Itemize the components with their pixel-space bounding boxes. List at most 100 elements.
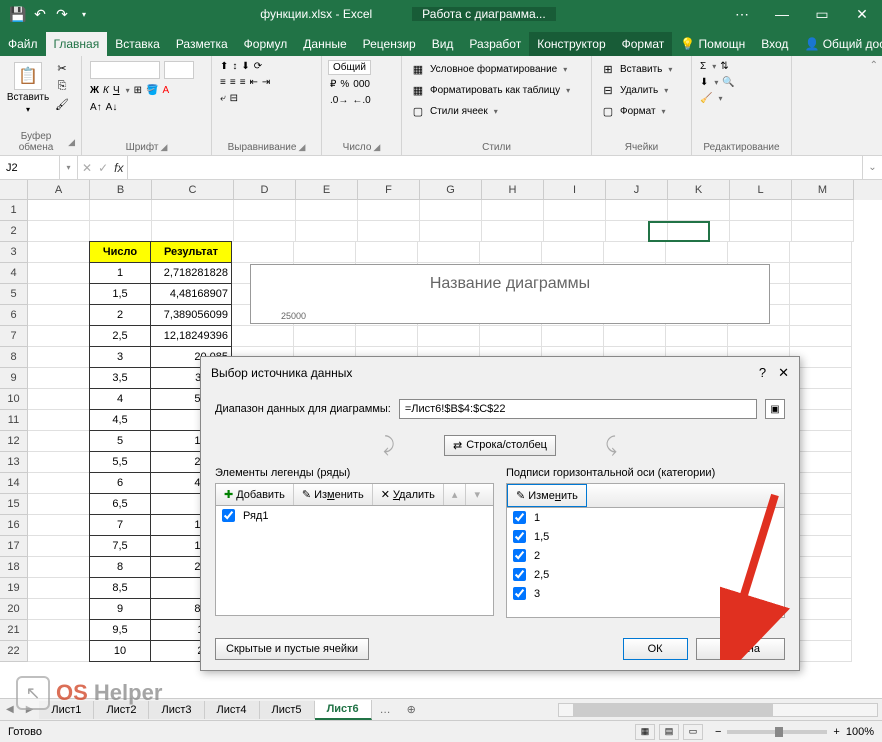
row-header[interactable]: 15 [0, 494, 28, 515]
save-icon[interactable]: 💾 [8, 4, 28, 24]
redo-icon[interactable]: ↷ [52, 4, 72, 24]
qat-customize-icon[interactable]: ▾ [74, 4, 94, 24]
zoom-level[interactable]: 100% [846, 726, 874, 738]
cell[interactable] [792, 200, 854, 221]
cell[interactable] [28, 389, 90, 410]
switch-row-column-button[interactable]: ⇄Строка/столбец [444, 435, 556, 456]
row-header[interactable]: 9 [0, 368, 28, 389]
category-item[interactable]: 2,5 [507, 565, 784, 584]
cancel-button[interactable]: Отмена [696, 638, 785, 660]
cell[interactable]: 6 [89, 472, 151, 494]
move-up-button[interactable]: ▴ [444, 484, 467, 505]
tab-share[interactable]: 👤 Общий доступ [796, 32, 882, 56]
underline-button[interactable]: Ч [113, 85, 120, 96]
cell[interactable] [730, 221, 792, 242]
collapse-ribbon-icon[interactable]: ⌃ [870, 60, 878, 71]
cell[interactable]: 1 [89, 262, 151, 284]
align-right-icon[interactable]: ≡ [240, 77, 246, 88]
cell[interactable] [418, 326, 480, 347]
row-header[interactable]: 18 [0, 557, 28, 578]
cell[interactable]: 9,5 [89, 619, 151, 641]
col-header[interactable]: I [544, 180, 606, 200]
ribbon-options-icon[interactable]: ⋯ [722, 0, 762, 28]
undo-icon[interactable]: ↶ [30, 4, 50, 24]
row-header[interactable]: 5 [0, 284, 28, 305]
tab-file[interactable]: Файл [0, 32, 46, 56]
cell[interactable]: 10 [89, 640, 151, 662]
cut-icon[interactable]: ✂ [54, 60, 70, 76]
cell[interactable] [28, 578, 90, 599]
edit-series-button[interactable]: ✎Изменить [294, 484, 373, 505]
cell[interactable] [28, 284, 90, 305]
decrease-decimal-icon[interactable]: ←.0 [352, 95, 370, 106]
col-header[interactable]: H [482, 180, 544, 200]
align-middle-icon[interactable]: ↕ [232, 61, 237, 72]
tab-home[interactable]: Главная [46, 32, 108, 56]
bold-button[interactable]: Ж [90, 85, 99, 96]
cell[interactable] [90, 221, 152, 242]
cell[interactable] [28, 557, 90, 578]
view-normal-icon[interactable]: ▦ [635, 724, 655, 740]
align-top-icon[interactable]: ⬆ [220, 61, 228, 72]
tab-view[interactable]: Вид [424, 32, 462, 56]
new-sheet-icon[interactable]: ⊕ [399, 703, 424, 716]
insert-cells-button[interactable]: ⊞Вставить [598, 60, 674, 78]
row-header[interactable]: 2 [0, 221, 28, 242]
tab-formulas[interactable]: Формул [236, 32, 296, 56]
category-checkbox[interactable] [513, 530, 526, 543]
name-box-dropdown-icon[interactable]: ▾ [60, 156, 78, 179]
minimize-icon[interactable]: — [762, 0, 802, 28]
align-center-icon[interactable]: ≡ [230, 77, 236, 88]
cell[interactable] [90, 200, 152, 221]
font-family-dropdown[interactable] [90, 61, 160, 79]
cell[interactable] [152, 221, 234, 242]
delete-cells-button[interactable]: ⊟Удалить [598, 81, 670, 99]
tab-help[interactable]: 💡 Помощн [672, 32, 753, 56]
cell[interactable] [418, 242, 480, 263]
cell[interactable] [666, 326, 728, 347]
cell[interactable] [152, 200, 234, 221]
row-header[interactable]: 7 [0, 326, 28, 347]
cell[interactable]: 4 [89, 388, 151, 410]
col-header[interactable]: B [90, 180, 152, 200]
cell[interactable] [482, 221, 544, 242]
cell[interactable]: 2,5 [89, 325, 151, 347]
row-header[interactable]: 14 [0, 473, 28, 494]
cell[interactable] [28, 641, 90, 662]
tab-chart-format[interactable]: Формат [614, 32, 673, 56]
col-header[interactable]: J [606, 180, 668, 200]
formula-input[interactable] [128, 156, 862, 179]
cell[interactable] [604, 326, 666, 347]
paste-button[interactable]: 📋 Вставить ▾ [6, 60, 50, 116]
cell[interactable] [358, 221, 420, 242]
font-color-icon[interactable]: A [162, 85, 169, 96]
row-header[interactable]: 19 [0, 578, 28, 599]
autosum-icon[interactable]: Σ [700, 61, 706, 72]
col-header[interactable]: F [358, 180, 420, 200]
tab-data[interactable]: Данные [295, 32, 354, 56]
cell[interactable]: 6,5 [89, 493, 151, 515]
cell[interactable]: 3 [89, 346, 151, 368]
view-page-break-icon[interactable]: ▭ [683, 724, 703, 740]
tab-review[interactable]: Рецензир [355, 32, 424, 56]
zoom-slider[interactable] [727, 730, 827, 734]
sheet-tab[interactable]: Лист4 [205, 701, 260, 719]
series-list[interactable]: Ряд1 [215, 506, 494, 616]
chart-object[interactable]: Название диаграммы 25000 [250, 264, 770, 324]
cell[interactable]: 2 [89, 304, 151, 326]
col-header[interactable]: G [420, 180, 482, 200]
cell[interactable] [420, 200, 482, 221]
border-icon[interactable]: ⊞ [134, 85, 142, 96]
category-item[interactable]: 1,5 [507, 527, 784, 546]
row-header[interactable]: 10 [0, 389, 28, 410]
edit-axis-labels-button[interactable]: ✎Изменить [507, 484, 587, 507]
cell[interactable] [730, 200, 792, 221]
increase-decimal-icon[interactable]: .0→ [330, 95, 348, 106]
category-checkbox[interactable] [513, 587, 526, 600]
cell[interactable]: Результат [150, 241, 232, 263]
merge-icon[interactable]: ⊟ [230, 93, 238, 104]
cell[interactable] [790, 326, 852, 347]
range-picker-icon[interactable]: ▣ [765, 399, 785, 419]
series-item[interactable]: Ряд1 [216, 506, 493, 525]
tab-insert[interactable]: Вставка [107, 32, 168, 56]
